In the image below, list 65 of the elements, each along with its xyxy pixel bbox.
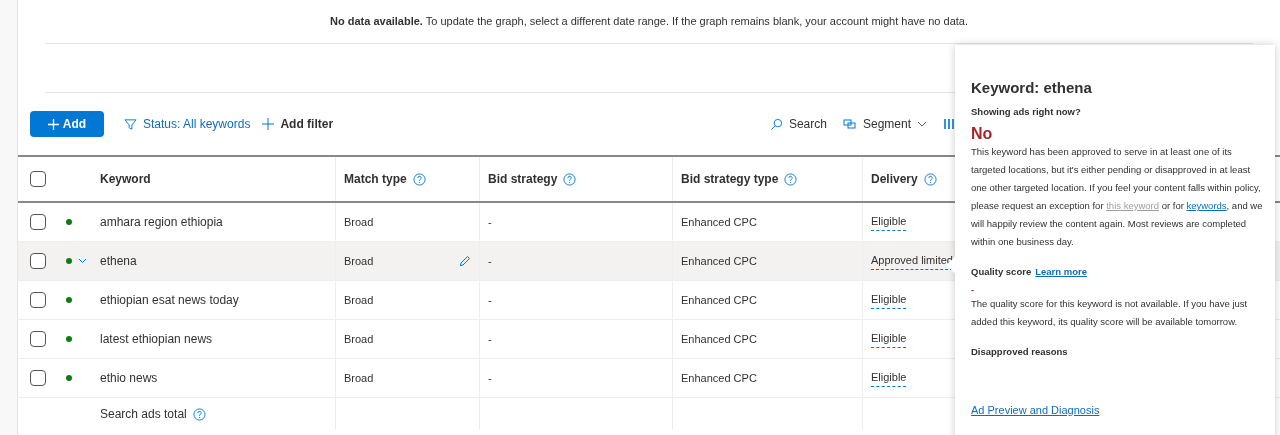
match-type-cell-text: Broad [344,292,374,308]
diagnosis-link[interactable]: Ad Preview and Diagnosis [971,401,1267,419]
column-header[interactable]: Keyword [100,170,151,188]
bid-strategy-cell-text: - [488,331,492,347]
filter-icon [124,117,137,131]
delivery-status[interactable]: Eligible [871,369,907,387]
keyword-cell-text: ethiopian esat news today [100,292,239,309]
disapproved-reasons-label: Disapproved reasons [971,345,1069,359]
match-type-cell-text: Broad [344,331,374,347]
search-icon [769,117,783,131]
bid-strategy-cell-text: - [488,292,492,308]
chevron-icon[interactable] [78,258,87,264]
column-header[interactable]: Delivery [871,170,937,188]
keyword-cell-text: ethena [100,253,137,270]
column-header[interactable]: Bid strategy type [681,170,798,188]
match-type-cell-text: Broad [344,253,374,269]
answer-text: No [971,125,994,143]
help-icon[interactable] [192,407,206,421]
match-type-cell-text: Broad [344,370,374,386]
bid-strategy-cell-text: - [488,370,492,386]
no-data-message: No data available. To update the graph, select a different date range. If the graph remains blank, your account might have no data. [330,14,968,30]
keyword-cell-text: amhara region ethiopia [100,214,223,231]
help-icon[interactable] [923,172,937,186]
keyword-cell-text: ethio news [100,370,158,387]
quality-score-value: - [971,285,976,295]
bid-strategy-cell-text: - [488,253,492,269]
delivery-status[interactable]: Eligible [871,291,907,309]
bid-strategy-type-cell-text: Enhanced CPC [681,214,757,230]
help-icon[interactable] [563,172,577,186]
bid-strategy-type-cell-text: Enhanced CPC [681,292,757,308]
row-checkbox[interactable] [30,171,46,187]
add-filter-button[interactable]: Add filter [262,115,334,133]
delivery-status[interactable]: Eligible [871,213,907,231]
plus-icon [47,118,59,130]
bid-strategy-type-cell-text: Enhanced CPC [681,331,757,347]
column-header[interactable]: Bid strategy [488,170,577,188]
row-checkbox[interactable] [30,214,46,230]
delivery-status[interactable]: Eligible [871,330,907,348]
pencil-icon[interactable] [459,255,471,267]
row-checkbox[interactable] [30,292,46,308]
segment-button[interactable]: Segment [842,115,927,133]
keyword-cell-text: latest ethiopian news [100,331,213,348]
column-header[interactable]: Match type [344,170,426,188]
bid-strategy-type-cell-text: Enhanced CPC [681,253,757,269]
help-icon[interactable] [784,172,798,186]
columns-icon[interactable] [943,118,955,130]
exception-link[interactable]: keywords [1186,200,1227,211]
match-type-cell-text: Broad [344,214,374,230]
question-label: Showing ads right now? [971,105,1082,119]
learn-more-link[interactable]: Learn more [1035,263,1087,281]
status-filter-button[interactable]: Status: All keywords [124,115,251,133]
row-checkbox[interactable] [30,253,46,269]
bid-strategy-type-cell-text: Enhanced CPC [681,370,757,386]
row-checkbox[interactable] [30,370,46,386]
help-icon[interactable] [412,172,426,186]
search-button[interactable]: Search [769,115,827,133]
total-label: Search ads total [100,406,187,423]
add-button[interactable]: Add [30,111,104,137]
segment-icon [842,118,857,130]
chevron-icon [917,121,927,127]
quality-score-label: Quality score [971,265,1032,279]
plus-icon [262,118,275,130]
popup-title: Keyword: ethena [971,78,1093,98]
row-checkbox[interactable] [30,331,46,347]
bid-strategy-cell-text: - [488,214,492,230]
